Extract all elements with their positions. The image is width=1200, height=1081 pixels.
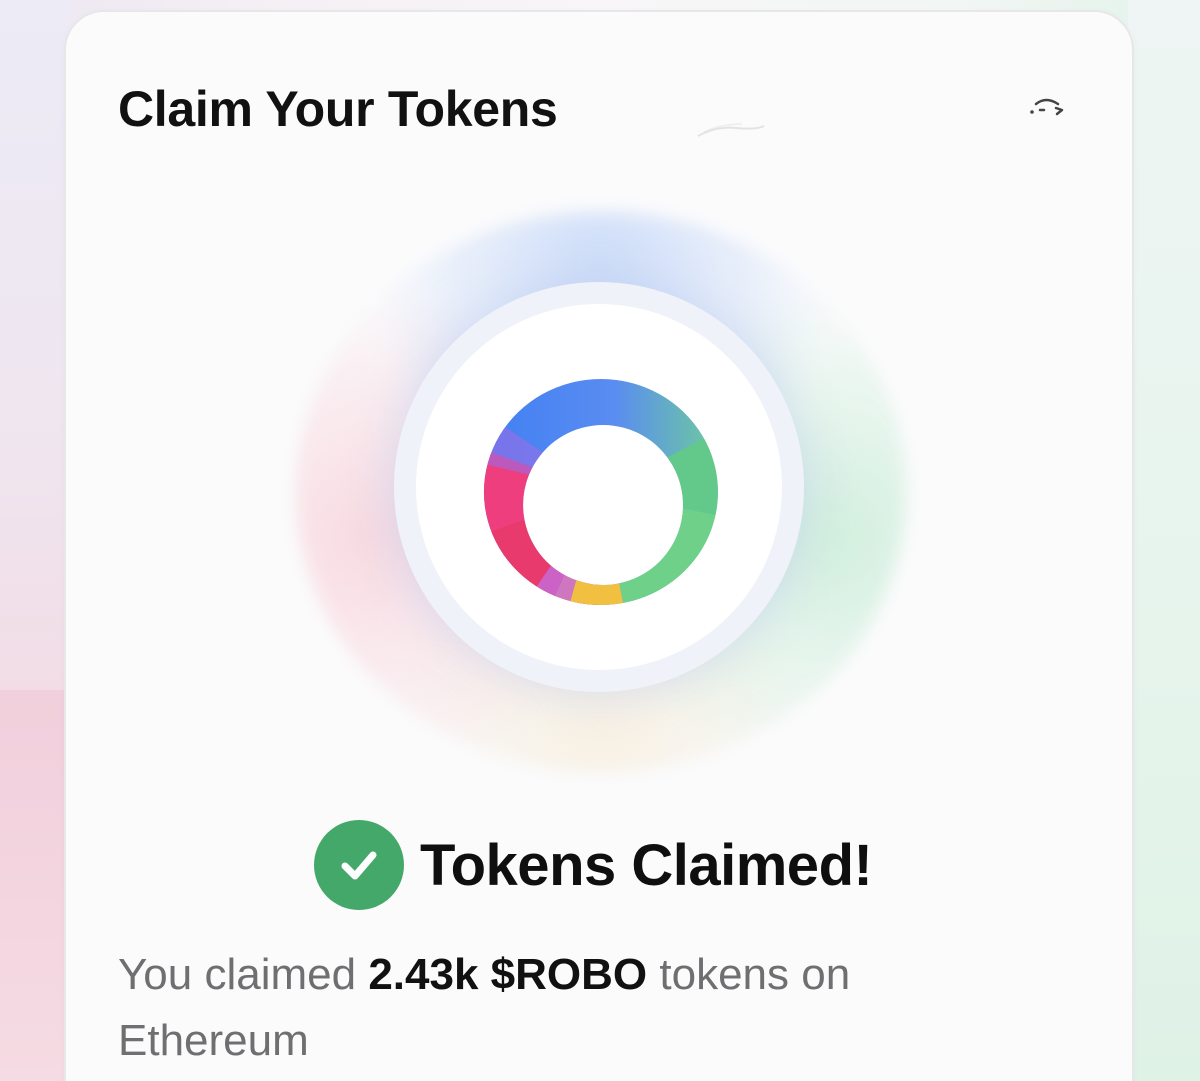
claim-description: You claimed 2.43k $ROBO tokens on Ethere… [118, 942, 1018, 1074]
claim-prefix: You claimed [118, 950, 357, 999]
claim-suffix: tokens on [659, 950, 851, 999]
background-right-panel [1128, 0, 1200, 1081]
rainbow-ring-logo [483, 379, 718, 606]
claim-tokens-card: Claim Your Tokens Tokens Claimed! You cl… [64, 10, 1134, 1081]
decorative-smudge [697, 123, 765, 137]
claim-status: Tokens Claimed! [314, 820, 873, 910]
claim-network: Ethereum [118, 1016, 309, 1065]
background-left-panel [0, 0, 70, 690]
check-circle-icon [314, 820, 404, 910]
card-title: Claim Your Tokens [118, 81, 558, 137]
claim-amount: 2.43k $ROBO [368, 950, 648, 999]
status-label: Tokens Claimed! [420, 832, 873, 898]
refresh-icon[interactable] [1026, 96, 1066, 124]
background-left-accent [0, 690, 70, 1081]
